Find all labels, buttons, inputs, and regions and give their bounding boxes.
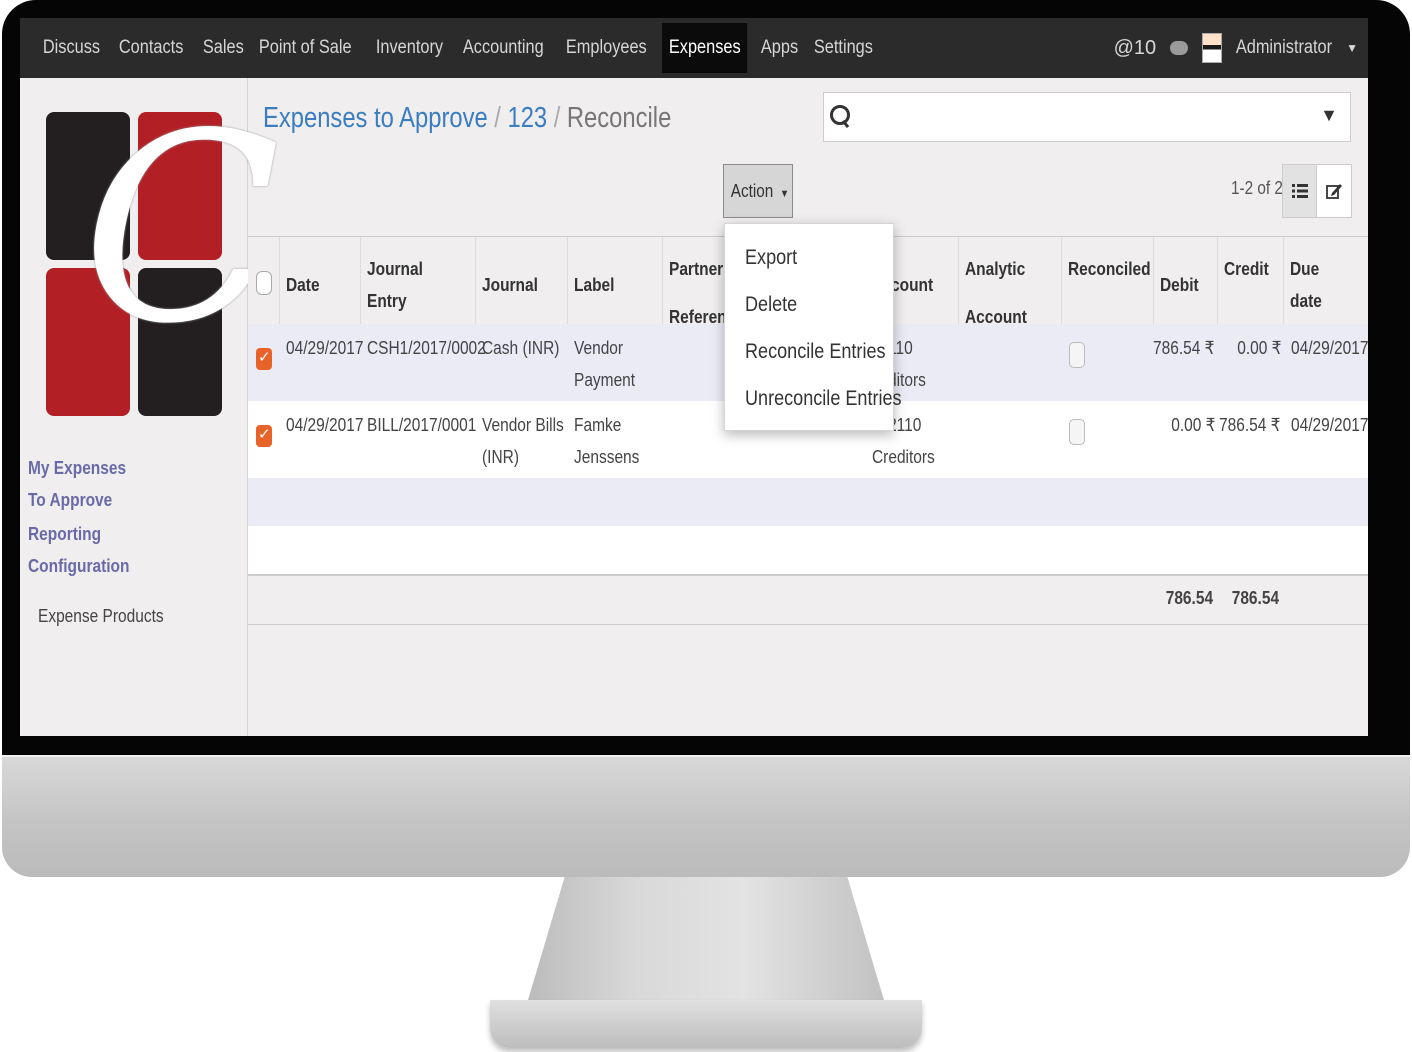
- chat-icon[interactable]: [1170, 41, 1189, 55]
- menu-item-reconcile-entries[interactable]: Reconcile Entries: [745, 340, 886, 364]
- cell-credit: 0.00 ₹: [1236, 338, 1281, 358]
- empty-row: [248, 526, 1368, 576]
- column-debit[interactable]: Debit: [1153, 237, 1217, 325]
- column-credit[interactable]: Credit: [1217, 237, 1283, 325]
- row-checkbox[interactable]: [256, 348, 272, 370]
- sidebar-item-expense-products[interactable]: Expense Products: [38, 606, 164, 627]
- column-analytic-account[interactable]: Analytic Account: [958, 237, 1061, 327]
- column-journal[interactable]: Journal: [475, 237, 567, 325]
- company-logo: C: [46, 100, 281, 418]
- chevron-down-icon[interactable]: ▼: [1320, 105, 1338, 126]
- column-reconciled[interactable]: Reconciled: [1061, 237, 1153, 325]
- empty-row: [248, 478, 1368, 527]
- app-menu: Discuss Contacts Sales Point of Sale Inv…: [36, 18, 884, 78]
- breadcrumb-separator: /: [494, 102, 501, 134]
- breadcrumb-separator: /: [553, 102, 561, 134]
- row-checkbox[interactable]: [256, 425, 272, 447]
- mentions-counter[interactable]: @10: [1114, 37, 1157, 60]
- breadcrumb-expenses-to-approve[interactable]: Expenses to Approve: [263, 102, 488, 134]
- cell-debit: 786.54 ₹: [1153, 338, 1215, 358]
- menu-settings[interactable]: Settings: [807, 23, 880, 73]
- breadcrumb-123[interactable]: 123: [507, 102, 547, 134]
- menu-sales[interactable]: Sales: [196, 23, 251, 73]
- action-label: Action: [730, 181, 773, 201]
- cell-date: 04/29/2017: [286, 415, 364, 435]
- column-journal-entry[interactable]: Journal Entry: [360, 237, 475, 325]
- caret-down-icon: ▼: [779, 188, 789, 200]
- menu-employees[interactable]: Employees: [559, 23, 654, 73]
- list-view-button[interactable]: [1282, 164, 1318, 218]
- cell-label: Vendor Payment: [574, 338, 636, 390]
- menu-item-delete[interactable]: Delete: [745, 293, 797, 317]
- edit-icon: [1326, 184, 1342, 199]
- list-icon: [1292, 184, 1308, 198]
- monitor-chin: [2, 755, 1410, 877]
- total-credit: 786.54: [1231, 588, 1279, 608]
- cell-due-date: 04/29/2017: [1291, 338, 1368, 358]
- cell-date: 04/29/2017: [286, 338, 364, 358]
- totals-row: 786.54 786.54: [248, 576, 1368, 625]
- sidebar-item-to-approve[interactable]: To Approve: [28, 490, 112, 511]
- column-due-date[interactable]: Due date: [1283, 237, 1368, 325]
- search-input[interactable]: ▼: [823, 92, 1351, 142]
- avatar: [1202, 33, 1223, 63]
- column-date[interactable]: Date: [279, 237, 360, 325]
- monitor-foot: [490, 1000, 922, 1048]
- menu-item-unreconcile-entries[interactable]: Unreconcile Entries: [745, 387, 902, 411]
- menu-inventory[interactable]: Inventory: [369, 23, 450, 73]
- select-all-checkbox[interactable]: [256, 271, 272, 295]
- cell-journal-entry: BILL/2017/0001: [367, 415, 477, 435]
- app-screen: Discuss Contacts Sales Point of Sale Inv…: [20, 18, 1368, 736]
- systray: @10 Administrator ▼: [1114, 18, 1358, 78]
- reconciled-checkbox: [1069, 419, 1085, 445]
- cell-journal: Vendor Bills (INR): [482, 415, 564, 467]
- sidebar-item-my-expenses[interactable]: My Expenses: [28, 458, 126, 479]
- user-menu[interactable]: Administrator ▼: [1202, 33, 1358, 63]
- column-label[interactable]: Label: [567, 237, 662, 325]
- form-view-button[interactable]: [1316, 164, 1352, 218]
- chevron-down-icon: ▼: [1346, 41, 1358, 55]
- page-title: Reconcile: [566, 102, 672, 134]
- menu-point-of-sale[interactable]: Point of Sale: [252, 23, 358, 73]
- cell-journal: Cash (INR): [482, 338, 560, 358]
- menu-apps[interactable]: Apps: [754, 23, 805, 73]
- sidebar-item-reporting[interactable]: Reporting: [28, 524, 101, 545]
- total-debit: 786.54: [1165, 588, 1213, 608]
- cell-debit: 0.00 ₹: [1170, 415, 1215, 435]
- user-name: Administrator: [1236, 37, 1333, 58]
- menu-accounting[interactable]: Accounting: [456, 23, 551, 73]
- left-sidebar: C My Expenses To Approve Reporting Confi…: [20, 78, 281, 736]
- cell-credit: 786.54 ₹: [1219, 415, 1281, 435]
- pager-value[interactable]: 1-2 of 2: [1231, 178, 1283, 199]
- cell-label: Famke Jenssens: [574, 415, 640, 467]
- breadcrumb: Expenses to Approve/123/Reconcile: [263, 102, 671, 135]
- menu-contacts[interactable]: Contacts: [112, 23, 190, 73]
- menu-item-export[interactable]: Export: [745, 246, 797, 270]
- cell-journal-entry: CSH1/2017/0002: [367, 338, 486, 358]
- search-icon: [830, 105, 850, 125]
- reconciled-checkbox: [1069, 342, 1085, 368]
- action-button[interactable]: Action ▼: [723, 164, 793, 218]
- action-dropdown-menu: Export Delete Reconcile Entries Unreconc…: [724, 223, 902, 431]
- menu-discuss[interactable]: Discuss: [36, 23, 107, 73]
- cell-due-date: 04/29/2017: [1291, 415, 1368, 435]
- menu-expenses[interactable]: Expenses: [661, 23, 748, 73]
- top-navbar: Discuss Contacts Sales Point of Sale Inv…: [20, 18, 1368, 78]
- sidebar-item-configuration[interactable]: Configuration: [28, 556, 129, 577]
